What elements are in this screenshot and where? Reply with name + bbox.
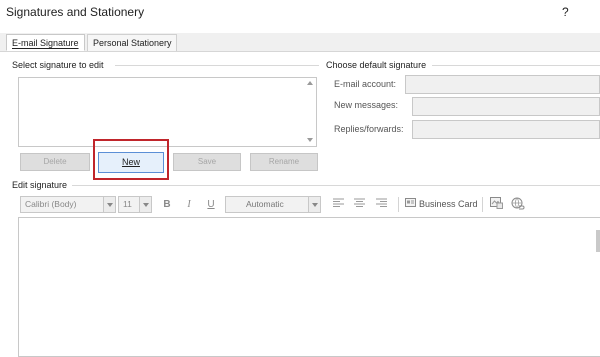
- edit-signature-label: Edit signature: [12, 180, 68, 190]
- insert-hyperlink-icon[interactable]: [511, 197, 525, 215]
- align-right-icon[interactable]: [374, 197, 388, 212]
- toolbar-separator: [398, 197, 399, 212]
- signature-list-scrollbar[interactable]: [304, 78, 316, 146]
- replies-forwards-label: Replies/forwards:: [334, 124, 404, 134]
- font-color-select[interactable]: Automatic: [225, 196, 321, 213]
- email-account-select[interactable]: [405, 75, 600, 94]
- rename-button[interactable]: Rename: [250, 153, 318, 171]
- choose-default-divider: [432, 65, 600, 66]
- tab-personal-stationery[interactable]: Personal Stationery: [87, 34, 177, 51]
- toolbar-separator: [482, 197, 483, 212]
- select-signature-label: Select signature to edit: [12, 60, 104, 70]
- email-account-label: E-mail account:: [334, 79, 397, 89]
- new-button-highlight: [93, 139, 169, 180]
- chevron-down-icon[interactable]: [139, 197, 151, 212]
- tab-email-signature-label: E-mail Signature: [12, 38, 79, 48]
- new-messages-select[interactable]: [412, 97, 600, 116]
- align-left-icon[interactable]: [331, 197, 345, 212]
- font-select-value: Calibri (Body): [25, 199, 77, 209]
- business-card-label: Business Card: [419, 199, 478, 209]
- font-size-select[interactable]: 11: [118, 196, 152, 213]
- window-title: Signatures and Stationery: [6, 5, 145, 19]
- choose-default-signature-label: Choose default signature: [326, 60, 427, 70]
- tab-personal-stationery-label: Personal Stationery: [93, 38, 172, 48]
- scroll-down-icon[interactable]: [307, 138, 313, 142]
- delete-button[interactable]: Delete: [20, 153, 90, 171]
- chevron-down-icon[interactable]: [103, 197, 115, 212]
- signature-editor[interactable]: [18, 217, 600, 357]
- scroll-up-icon[interactable]: [307, 81, 313, 85]
- signature-list[interactable]: [18, 77, 317, 147]
- select-signature-divider: [115, 65, 319, 66]
- font-size-value: 11: [123, 199, 132, 209]
- font-select[interactable]: Calibri (Body): [20, 196, 116, 213]
- underline-icon[interactable]: U: [204, 197, 218, 212]
- insert-picture-icon[interactable]: [489, 197, 503, 214]
- help-button[interactable]: ?: [562, 5, 569, 19]
- editor-scrollbar-thumb[interactable]: [596, 230, 600, 252]
- new-messages-label: New messages:: [334, 100, 399, 110]
- edit-signature-divider: [72, 185, 600, 186]
- business-card-icon: [405, 197, 416, 212]
- align-center-icon[interactable]: [352, 197, 366, 212]
- business-card-button[interactable]: Business Card: [405, 197, 478, 212]
- font-color-value: Automatic: [246, 199, 284, 209]
- save-button[interactable]: Save: [173, 153, 241, 171]
- tab-email-signature[interactable]: E-mail Signature: [6, 34, 85, 51]
- bold-icon[interactable]: B: [160, 197, 174, 212]
- italic-icon[interactable]: I: [182, 197, 196, 212]
- replies-forwards-select[interactable]: [412, 120, 600, 139]
- chevron-down-icon[interactable]: [308, 197, 320, 212]
